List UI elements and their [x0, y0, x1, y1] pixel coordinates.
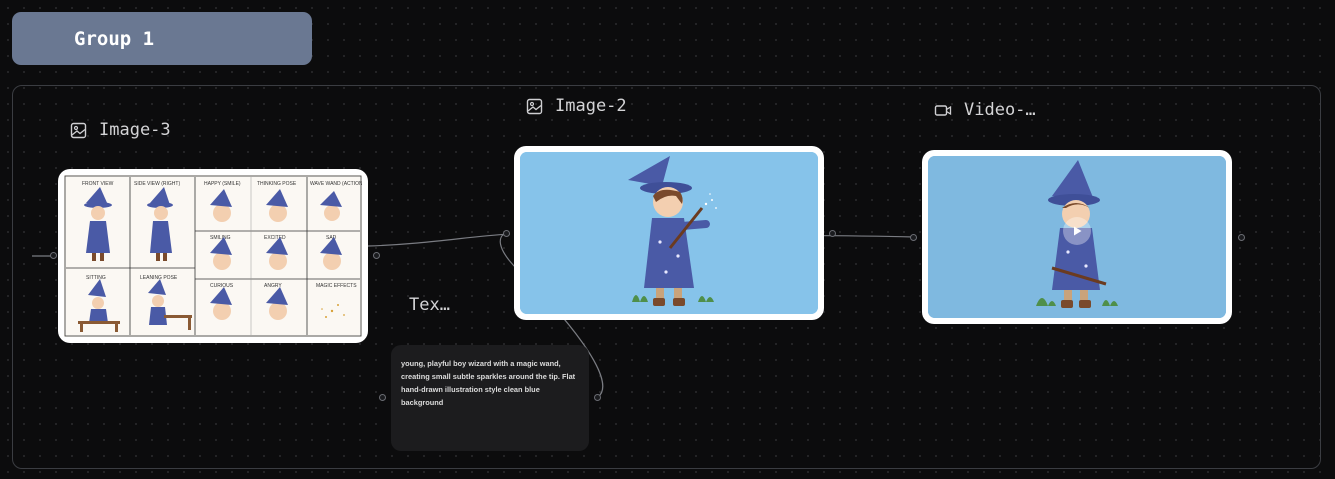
image-icon	[526, 98, 543, 114]
svg-text:THINKING POSE: THINKING POSE	[257, 181, 297, 187]
node-title: Video-…	[964, 100, 1036, 120]
image-icon	[70, 122, 87, 138]
video-output-port[interactable]	[1238, 234, 1245, 241]
wizard-image	[520, 152, 818, 314]
text-input-port[interactable]	[379, 394, 386, 401]
text-output-port[interactable]	[594, 394, 601, 401]
video-input-port[interactable]	[910, 234, 917, 241]
svg-text:HAPPY (SMILE): HAPPY (SMILE)	[204, 181, 241, 187]
svg-text:FRONT VIEW: FRONT VIEW	[82, 181, 114, 187]
node-label-image3[interactable]: Image-3	[70, 120, 171, 140]
image2-output-port[interactable]	[829, 230, 836, 237]
node-title: Image-2	[555, 96, 627, 116]
svg-text:SMILING: SMILING	[210, 235, 231, 241]
node-label-video[interactable]: Video-…	[934, 100, 1036, 120]
node-label-image2[interactable]: Image-2	[526, 96, 627, 116]
image2-input-port[interactable]	[503, 230, 510, 237]
image3-output-port[interactable]	[373, 252, 380, 259]
text-prompt-node[interactable]: young, playful boy wizard with a magic w…	[391, 345, 589, 451]
svg-text:CURIOUS: CURIOUS	[210, 283, 234, 289]
image3-card[interactable]: FRONT VIEW SIDE VIEW (RIGHT) HAPPY (SMIL…	[58, 169, 368, 343]
wizard-illustration	[520, 152, 818, 314]
video-preview	[928, 156, 1226, 318]
svg-text:MAGIC EFFECTS: MAGIC EFFECTS	[316, 283, 357, 289]
video-card[interactable]	[922, 150, 1232, 324]
prompt-text[interactable]: young, playful boy wizard with a magic w…	[401, 357, 579, 409]
image2-card[interactable]	[514, 146, 824, 320]
wire-image3-to-image2	[367, 233, 511, 247]
node-title: Tex…	[409, 295, 450, 315]
svg-text:WAVE WAND (ACTION): WAVE WAND (ACTION)	[310, 181, 362, 187]
node-title: Image-3	[99, 120, 171, 140]
workflow-canvas[interactable]: Group 1 Image-3 FRONT VIEW SIDE VIEW (RI…	[0, 0, 1335, 479]
svg-text:SITTING: SITTING	[86, 275, 106, 281]
video-icon	[934, 104, 952, 116]
play-button[interactable]	[1063, 217, 1091, 245]
svg-text:LEANING POSE: LEANING POSE	[140, 275, 178, 281]
svg-text:EXCITED: EXCITED	[264, 235, 286, 241]
node-label-text[interactable]: Tex…	[409, 295, 450, 315]
character-sheet-illustration: FRONT VIEW SIDE VIEW (RIGHT) HAPPY (SMIL…	[64, 175, 365, 337]
character-sheet-image: FRONT VIEW SIDE VIEW (RIGHT) HAPPY (SMIL…	[64, 175, 365, 337]
image3-input-port[interactable]	[50, 252, 57, 259]
play-icon	[1074, 226, 1082, 236]
svg-text:SIDE VIEW (RIGHT): SIDE VIEW (RIGHT)	[134, 181, 180, 187]
